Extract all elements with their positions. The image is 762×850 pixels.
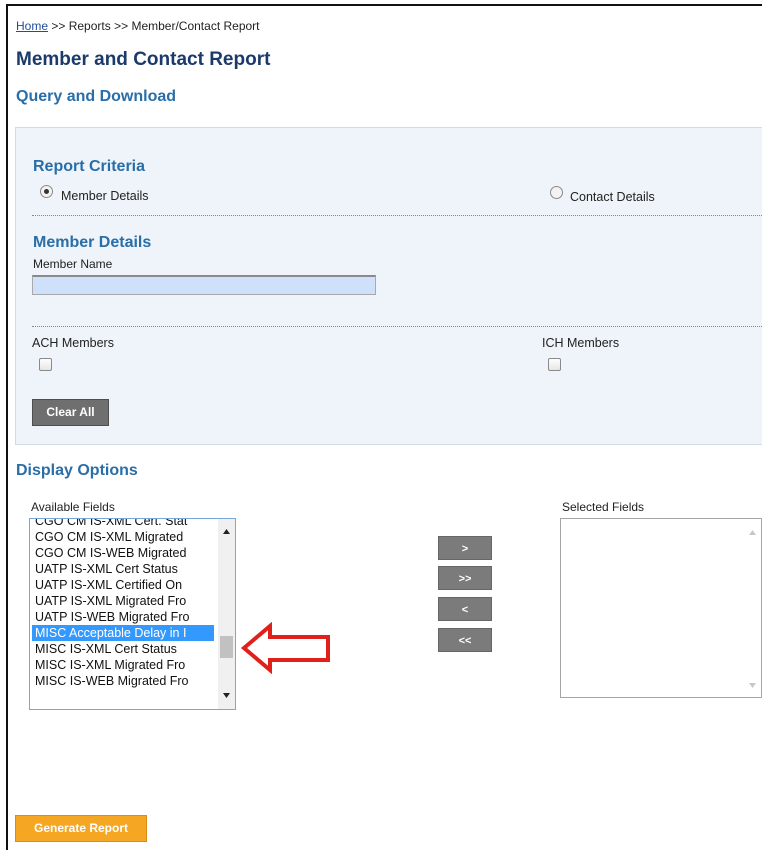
breadcrumb-home-link[interactable]: Home bbox=[16, 19, 48, 33]
annotation-arrow-icon bbox=[240, 622, 330, 674]
available-field-option[interactable]: MISC IS-WEB Migrated Fro bbox=[32, 673, 214, 689]
contact-details-radio-label: Contact Details bbox=[570, 190, 655, 204]
breadcrumb: Home >> Reports >> Member/Contact Report bbox=[16, 19, 260, 33]
section-title: Query and Download bbox=[16, 88, 177, 105]
scrollbar-thumb[interactable] bbox=[220, 636, 233, 658]
scroll-up-arrow-icon[interactable] bbox=[223, 529, 230, 534]
selected-fields-scrollbar bbox=[749, 530, 756, 688]
available-fields-listbox[interactable]: CGO CM IS-XML Cert. Stat CGO CM IS-XML Mi… bbox=[29, 518, 236, 710]
report-criteria-heading: Report Criteria bbox=[33, 158, 146, 175]
ich-members-checkbox[interactable] bbox=[548, 358, 561, 371]
member-details-radio[interactable] bbox=[40, 185, 53, 198]
divider bbox=[32, 326, 762, 327]
selected-fields-listbox[interactable] bbox=[560, 518, 762, 698]
available-fields-scrollbar[interactable] bbox=[218, 519, 235, 709]
ich-members-label: ICH Members bbox=[542, 336, 620, 350]
available-field-option[interactable]: CGO CM IS-WEB Migrated bbox=[32, 545, 214, 561]
member-name-input[interactable] bbox=[32, 275, 376, 295]
member-details-heading: Member Details bbox=[33, 234, 152, 251]
add-selected-button[interactable]: > bbox=[438, 536, 492, 560]
remove-selected-button[interactable]: < bbox=[438, 597, 492, 621]
available-field-option[interactable]: UATP IS-XML Migrated Fro bbox=[32, 593, 214, 609]
member-details-radio-label: Member Details bbox=[61, 189, 149, 203]
breadcrumb-current: Member/Contact Report bbox=[131, 19, 260, 33]
selected-fields-label: Selected Fields bbox=[562, 500, 645, 514]
scrollbar-graphic bbox=[220, 529, 233, 698]
available-field-option[interactable]: MISC IS-XML Cert Status bbox=[32, 641, 214, 657]
member-name-label: Member Name bbox=[33, 257, 113, 271]
add-all-button[interactable]: >> bbox=[438, 566, 492, 590]
scroll-down-arrow-icon[interactable] bbox=[223, 693, 230, 698]
divider bbox=[32, 215, 762, 216]
available-field-option[interactable]: MISC Acceptable Delay in I bbox=[32, 625, 214, 641]
available-field-option[interactable]: UATP IS-XML Certified On bbox=[32, 577, 214, 593]
available-field-option[interactable]: CGO CM IS-XML Migrated bbox=[32, 529, 214, 545]
breadcrumb-separator: >> bbox=[114, 19, 129, 33]
scroll-up-arrow-icon bbox=[749, 530, 756, 535]
available-field-option[interactable]: UATP IS-XML Cert Status bbox=[32, 561, 214, 577]
breadcrumb-separator: >> bbox=[51, 19, 66, 33]
available-fields-items: CGO CM IS-XML Cert. Stat CGO CM IS-XML Mi… bbox=[32, 519, 214, 689]
display-options-heading: Display Options bbox=[16, 462, 138, 479]
available-field-option[interactable]: UATP IS-WEB Migrated Fro bbox=[32, 609, 214, 625]
contact-details-radio[interactable] bbox=[550, 186, 563, 199]
page-title: Member and Contact Report bbox=[16, 49, 271, 70]
available-field-option[interactable]: MISC IS-XML Migrated Fro bbox=[32, 657, 214, 673]
scroll-down-arrow-icon bbox=[749, 683, 756, 688]
available-field-option[interactable]: CGO CM IS-XML Cert. Stat bbox=[32, 519, 214, 529]
available-fields-label: Available Fields bbox=[31, 500, 115, 514]
ach-members-checkbox[interactable] bbox=[39, 358, 52, 371]
ach-members-label: ACH Members bbox=[32, 336, 114, 350]
generate-report-button[interactable]: Generate Report bbox=[15, 815, 147, 842]
breadcrumb-reports: Reports bbox=[68, 19, 111, 33]
remove-all-button[interactable]: << bbox=[438, 628, 492, 652]
clear-all-button[interactable]: Clear All bbox=[32, 399, 109, 426]
